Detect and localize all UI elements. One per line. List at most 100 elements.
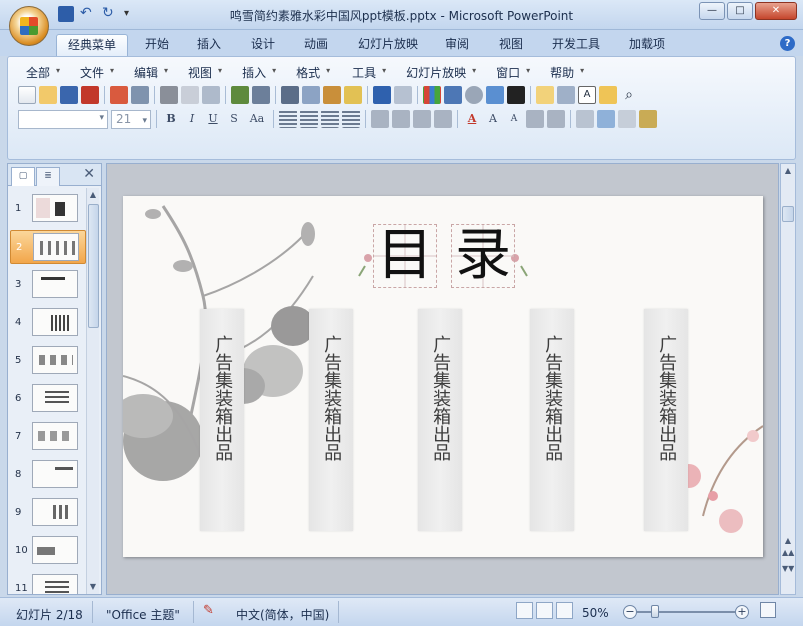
- slides-tab-icon[interactable]: ▢: [11, 167, 35, 186]
- tab-classic-menu[interactable]: 经典菜单: [56, 34, 128, 56]
- spelling-icon[interactable]: [231, 86, 249, 104]
- menu-file[interactable]: 文件: [72, 64, 114, 81]
- tab-insert[interactable]: 插入: [188, 34, 230, 56]
- shape-fill-icon[interactable]: [639, 110, 657, 128]
- print-icon[interactable]: [160, 86, 178, 104]
- new-file-icon[interactable]: [18, 86, 36, 104]
- scroll-down-icon[interactable]: ▼: [87, 580, 99, 594]
- color-grayscale-icon[interactable]: [465, 86, 483, 104]
- slide-thumbnail[interactable]: 7: [10, 420, 86, 454]
- change-case-button[interactable]: Aa: [246, 110, 268, 128]
- next-slide-icon[interactable]: ▼▼: [782, 564, 794, 573]
- table-icon[interactable]: [444, 86, 462, 104]
- slide-thumbnail[interactable]: 6: [10, 382, 86, 416]
- shrink-font-icon[interactable]: A: [505, 110, 523, 128]
- font-color-icon[interactable]: A: [463, 110, 481, 128]
- slide-thumbnail[interactable]: 4: [10, 306, 86, 340]
- bullets-icon[interactable]: [434, 110, 452, 128]
- grow-font-icon[interactable]: A: [484, 110, 502, 128]
- normal-view-icon[interactable]: [516, 602, 533, 619]
- cut-icon[interactable]: [281, 86, 299, 104]
- slide-view-icon[interactable]: [202, 86, 220, 104]
- slide-thumbnail[interactable]: 10: [10, 534, 86, 568]
- menu-edit[interactable]: 编辑: [126, 64, 168, 81]
- menu-format[interactable]: 格式: [288, 64, 330, 81]
- justify-icon[interactable]: [342, 110, 360, 128]
- slide-scrollbar[interactable]: ▲ ▲ ▲▲ ▼▼: [780, 163, 796, 595]
- new-slide-icon[interactable]: [536, 86, 554, 104]
- arrange-icon[interactable]: [576, 110, 594, 128]
- zoom-level[interactable]: 50%: [582, 606, 609, 620]
- show-formatting-icon[interactable]: [507, 86, 525, 104]
- menu-help[interactable]: 帮助: [542, 64, 584, 81]
- scroll-up-icon[interactable]: ▲: [782, 166, 794, 175]
- menu-view[interactable]: 视图: [180, 64, 222, 81]
- close-button[interactable]: ✕: [755, 2, 797, 20]
- tab-view[interactable]: 视图: [490, 34, 532, 56]
- scroll-down-icon[interactable]: ▲: [782, 536, 794, 545]
- slides-panel-scrollbar[interactable]: ▲ ▼: [86, 188, 99, 594]
- quick-styles-icon[interactable]: [618, 110, 636, 128]
- office-button[interactable]: [9, 6, 49, 46]
- slideshow-view-icon[interactable]: [556, 602, 573, 619]
- toc-column[interactable]: 广告集装箱出品: [309, 309, 353, 531]
- toc-column[interactable]: 广告集装箱出品: [644, 309, 688, 531]
- research-icon[interactable]: [252, 86, 270, 104]
- zoom-in-icon[interactable]: +: [735, 605, 749, 619]
- outline-tab-icon[interactable]: ≣: [36, 167, 60, 186]
- menu-slideshow[interactable]: 幻灯片放映: [398, 64, 476, 81]
- layout-icon[interactable]: [557, 86, 575, 104]
- previous-slide-icon[interactable]: ▲▲: [782, 548, 794, 557]
- open-folder-icon[interactable]: [39, 86, 57, 104]
- maximize-button[interactable]: □: [727, 2, 753, 20]
- menu-insert[interactable]: 插入: [234, 64, 276, 81]
- current-slide[interactable]: 目 录 广告集装箱出品 广告集装箱出品 广告集装箱出品 广告集装箱出品 广告集装…: [123, 196, 763, 557]
- slide-thumbnail[interactable]: 5: [10, 344, 86, 378]
- tab-review[interactable]: 审阅: [436, 34, 478, 56]
- italic-button[interactable]: I: [183, 110, 201, 128]
- shadow-button[interactable]: S: [225, 110, 243, 128]
- picture-icon[interactable]: [486, 86, 504, 104]
- scroll-up-icon[interactable]: ▲: [87, 188, 99, 202]
- scroll-thumb[interactable]: [782, 206, 794, 222]
- text-direction-icon[interactable]: [371, 110, 389, 128]
- numbering-icon[interactable]: [413, 110, 431, 128]
- zoom-out-icon[interactable]: −: [623, 605, 637, 619]
- textbox-icon[interactable]: A: [578, 86, 596, 104]
- minimize-button[interactable]: —: [699, 2, 725, 20]
- decrease-indent-icon[interactable]: [526, 110, 544, 128]
- align-left-icon[interactable]: [279, 110, 297, 128]
- toc-column[interactable]: 广告集装箱出品: [530, 309, 574, 531]
- format-painter-icon[interactable]: [344, 86, 362, 104]
- help-icon[interactable]: ?: [780, 36, 795, 51]
- tab-developer[interactable]: 开发工具: [544, 34, 608, 56]
- find-icon[interactable]: ⌕: [620, 86, 638, 104]
- align-right-icon[interactable]: [321, 110, 339, 128]
- tab-slideshow[interactable]: 幻灯片放映: [350, 34, 426, 56]
- preview-icon[interactable]: [181, 86, 199, 104]
- chart-icon[interactable]: [423, 86, 441, 104]
- slide-thumbnail-selected[interactable]: 2: [10, 230, 86, 264]
- undo-icon[interactable]: [373, 86, 391, 104]
- slide-sorter-icon[interactable]: [536, 602, 553, 619]
- slide-thumbnail[interactable]: 8: [10, 458, 86, 492]
- slide-thumbnail[interactable]: 1: [10, 192, 86, 226]
- menu-tools[interactable]: 工具: [344, 64, 386, 81]
- shapes-icon[interactable]: [597, 110, 615, 128]
- copy-icon[interactable]: [302, 86, 320, 104]
- save-icon[interactable]: [60, 86, 78, 104]
- increase-indent-icon[interactable]: [547, 110, 565, 128]
- tab-addins[interactable]: 加载项: [620, 34, 674, 56]
- tab-animation[interactable]: 动画: [294, 34, 338, 56]
- bold-button[interactable]: B: [162, 110, 180, 128]
- paste-icon[interactable]: [323, 86, 341, 104]
- folder-icon[interactable]: [599, 86, 617, 104]
- tab-design[interactable]: 设计: [242, 34, 284, 56]
- redo-icon[interactable]: [394, 86, 412, 104]
- line-spacing-icon[interactable]: [392, 110, 410, 128]
- toc-column[interactable]: 广告集装箱出品: [418, 309, 462, 531]
- font-name-combo[interactable]: [18, 109, 108, 129]
- email-icon[interactable]: [131, 86, 149, 104]
- font-size-combo[interactable]: 21: [111, 109, 151, 130]
- spell-check-icon[interactable]: ✎: [203, 603, 214, 618]
